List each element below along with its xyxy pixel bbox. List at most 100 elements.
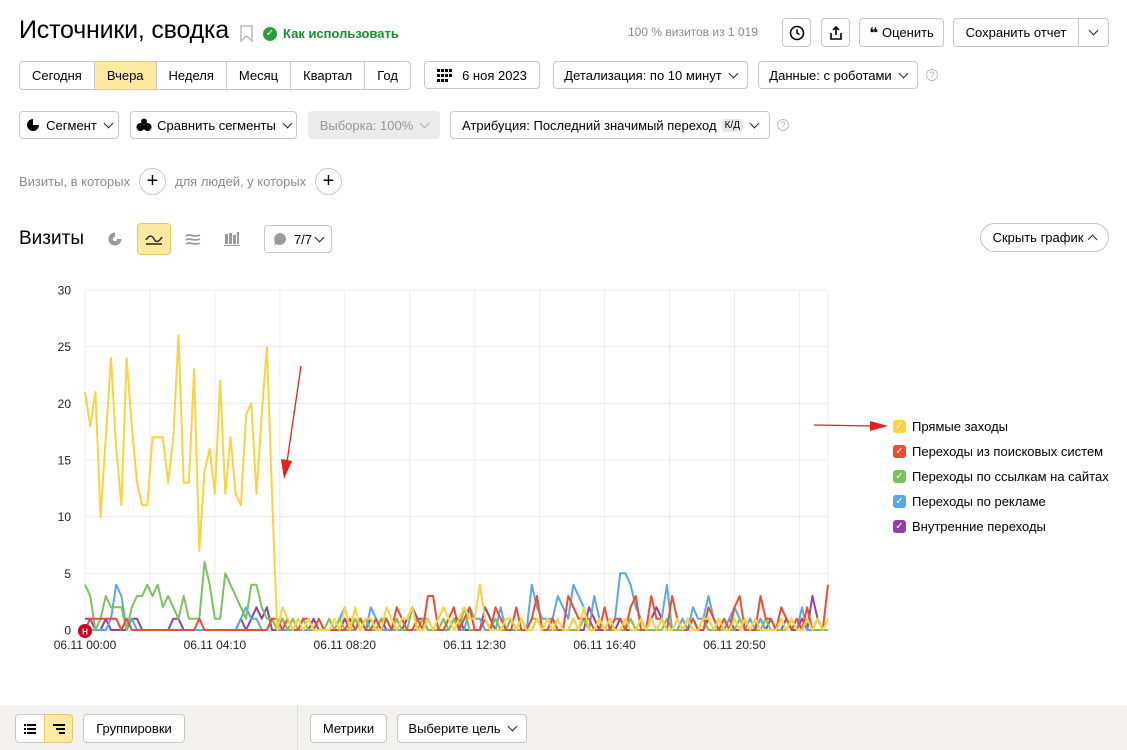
date-picker-button[interactable]: 6 ноя 2023 <box>424 61 540 89</box>
chart-title: Визиты <box>19 228 84 249</box>
chevron-up-icon <box>1087 234 1098 244</box>
hide-chart-label: Скрыть график <box>992 230 1084 245</box>
pie-chart-view-button[interactable] <box>98 223 132 255</box>
chevron-down-icon <box>507 721 518 732</box>
series-line <box>84 334 829 631</box>
period-today[interactable]: Сегодня <box>20 62 95 89</box>
rate-button[interactable]: ❝ Оценить <box>859 18 944 47</box>
legend-item[interactable]: ✓ Переходы по ссылкам на сайтах <box>893 464 1109 489</box>
export-button[interactable] <box>821 18 850 47</box>
x-tick-label: 06.11 16:40 <box>573 638 636 652</box>
segment-dropdown[interactable]: Сегмент <box>19 111 119 139</box>
chevron-down-icon <box>1088 25 1099 36</box>
legend-label: Переходы по рекламе <box>912 494 1046 509</box>
quote-icon: ❝ <box>869 24 878 42</box>
metrics-label: Метрики <box>322 721 375 736</box>
chevron-down-icon <box>282 118 293 128</box>
series-counter-label: 7/7 <box>293 231 313 247</box>
area-chart-icon <box>185 234 201 245</box>
annotation-marker[interactable]: Н <box>78 624 92 638</box>
date-label: 6 ноя 2023 <box>462 67 527 83</box>
attribution-dropdown[interactable]: Атрибуция: Последний значимый переход К/… <box>450 111 770 139</box>
pie-icon <box>27 119 40 131</box>
compare-icon <box>136 118 152 131</box>
share-icon <box>829 25 842 40</box>
bookmark-icon[interactable] <box>240 25 253 42</box>
chevron-down-icon <box>419 118 430 128</box>
chevron-down-icon <box>728 68 739 78</box>
help-icon[interactable]: ? <box>926 69 938 81</box>
visits-share-text: 100 % визитов из 1 019 <box>628 25 758 39</box>
annotation-marker-label: Н <box>82 628 88 637</box>
y-axis-ticks: 0 5 10 15 20 25 30 <box>58 284 72 638</box>
y-tick-label: 5 <box>64 567 71 581</box>
clock-icon <box>789 25 804 40</box>
sample-dropdown[interactable]: Выборка: 100% <box>308 111 440 139</box>
period-quarter[interactable]: Квартал <box>291 62 366 89</box>
tree-list-icon <box>52 723 65 734</box>
chevron-down-icon <box>898 68 909 78</box>
period-year[interactable]: Год <box>365 62 410 89</box>
y-tick-label: 25 <box>58 340 72 354</box>
footer-divider <box>297 705 298 750</box>
detail-dropdown[interactable]: Детализация: по 10 минут <box>553 61 748 89</box>
legend-annotation-arrow <box>813 421 888 431</box>
save-report-label: Сохранить отчет <box>965 25 1067 40</box>
period-month[interactable]: Месяц <box>227 62 292 89</box>
series-counter-dropdown[interactable]: 7/7 <box>264 225 332 253</box>
legend-checkbox-icon[interactable]: ✓ <box>893 520 906 533</box>
chart-legend: ✓ Прямые заходы ✓ Переходы из поисковых сис… <box>893 414 1109 539</box>
save-report-button[interactable]: Сохранить отчет <box>953 18 1079 47</box>
data-mode-dropdown[interactable]: Данные: с роботами <box>758 61 918 89</box>
add-people-condition-button[interactable]: + <box>315 168 342 195</box>
legend-checkbox-icon[interactable]: ✓ <box>893 420 906 433</box>
visits-condition-label: Визиты, в которых <box>19 174 131 189</box>
legend-checkbox-icon[interactable]: ✓ <box>893 445 906 458</box>
x-tick-label: 06.11 20:50 <box>703 638 766 652</box>
legend-checkbox-icon[interactable]: ✓ <box>893 495 906 508</box>
stacked-bars-icon <box>224 232 240 246</box>
how-to-use-link[interactable]: ✓ Как использовать <box>263 26 399 41</box>
chevron-down-icon <box>103 118 114 128</box>
legend-item[interactable]: ✓ Переходы из поисковых систем <box>893 439 1109 464</box>
line-chart-view-button[interactable] <box>137 223 171 255</box>
how-to-use-label: Как использовать <box>283 26 399 41</box>
data-mode-label: Данные: с роботами <box>769 67 892 83</box>
visits-line-chart[interactable]: 051015202530 06.11 00:00 06.11 04:10 06.11… <box>0 280 880 670</box>
y-tick-label: 0 <box>64 624 71 638</box>
period-selector[interactable]: Сегодня Вчера Неделя Месяц Квартал Год <box>19 61 411 90</box>
chart-series-lines <box>84 334 829 631</box>
add-visits-condition-button[interactable]: + <box>139 168 166 195</box>
detail-label: Детализация: по 10 минут <box>564 67 722 83</box>
save-report-dropdown[interactable] <box>1078 18 1109 47</box>
help-icon[interactable]: ? <box>777 119 789 131</box>
history-button[interactable] <box>782 18 811 47</box>
bar-chart-view-button[interactable] <box>215 223 249 255</box>
area-chart-view-button[interactable] <box>176 223 210 255</box>
page-title: Источники, сводка <box>19 16 230 44</box>
chevron-down-icon <box>749 118 760 128</box>
goal-dropdown[interactable]: Выберите цель <box>397 714 527 743</box>
annotation-arrow <box>281 365 302 479</box>
period-yesterday[interactable]: Вчера <box>94 62 157 89</box>
x-tick-label: 06.11 00:00 <box>54 638 117 652</box>
groupings-button[interactable]: Группировки <box>83 714 185 743</box>
period-week[interactable]: Неделя <box>157 62 227 89</box>
y-tick-label: 30 <box>58 284 72 298</box>
legend-item[interactable]: ✓ Внутренние переходы <box>893 514 1109 539</box>
list-view-button[interactable] <box>15 714 45 743</box>
compare-segments-dropdown[interactable]: Сравнить сегменты <box>130 111 297 139</box>
hide-chart-button[interactable]: Скрыть график <box>980 223 1109 252</box>
y-tick-label: 20 <box>58 397 72 411</box>
legend-item[interactable]: ✓ Переходы по рекламе <box>893 489 1109 514</box>
attribution-label: Атрибуция: Последний значимый переход <box>462 117 717 133</box>
tree-view-button[interactable] <box>44 714 73 743</box>
x-tick-label: 06.11 04:10 <box>184 638 247 652</box>
goal-label: Выберите цель <box>408 721 501 736</box>
x-tick-label: 06.11 12:30 <box>443 638 506 652</box>
y-tick-label: 10 <box>58 510 72 524</box>
metrics-button[interactable]: Метрики <box>310 714 387 743</box>
legend-checkbox-icon[interactable]: ✓ <box>893 470 906 483</box>
list-icon <box>24 723 36 734</box>
legend-item[interactable]: ✓ Прямые заходы <box>893 414 1109 439</box>
